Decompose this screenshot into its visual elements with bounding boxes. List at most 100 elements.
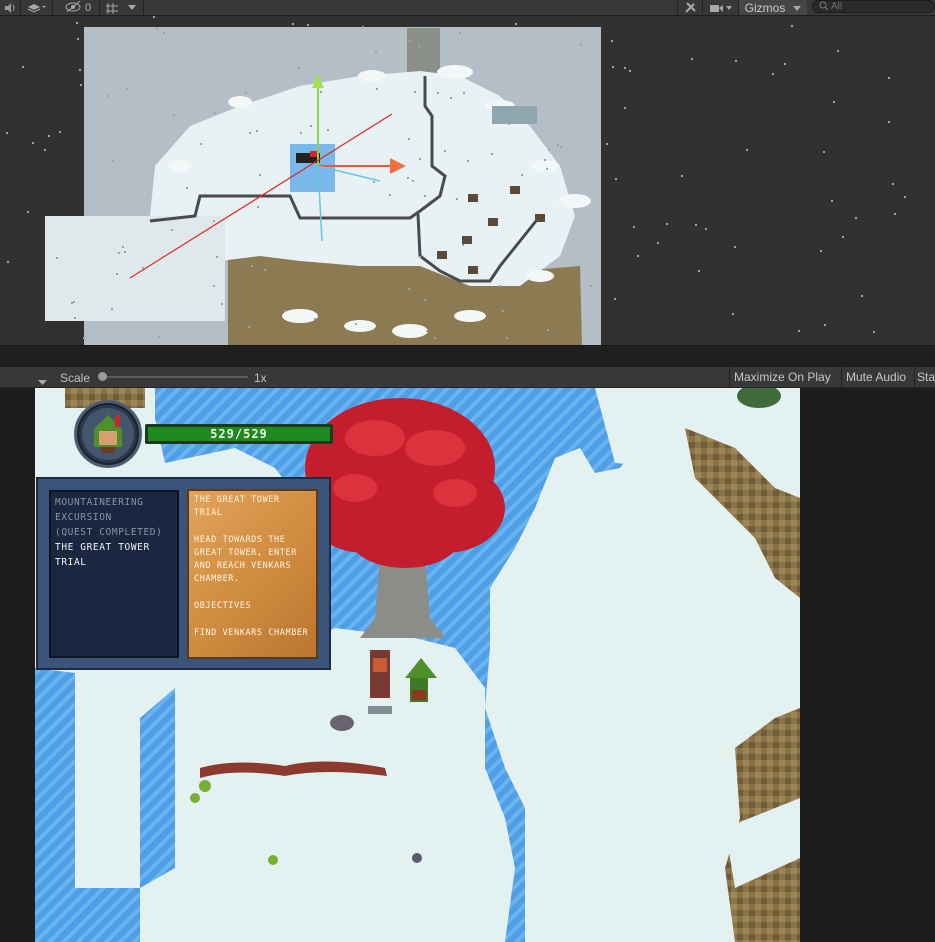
scale-value: 1x [254, 371, 267, 385]
snowflake [142, 267, 144, 269]
snowflake [408, 138, 410, 140]
scene-level-preview [45, 28, 591, 345]
speaker-icon[interactable] [2, 0, 18, 15]
gizmos-label: Gizmos [744, 0, 786, 15]
snowflake [245, 92, 247, 94]
snowflake [508, 123, 510, 125]
snowflake [27, 211, 29, 213]
quest-list: MOUNTAINEERING EXCURSION (QUEST COMPLETE… [49, 490, 179, 658]
snowflake [681, 175, 683, 177]
mute-audio-button[interactable]: Mute Audio [841, 367, 914, 387]
quest-item-active[interactable]: THE GREAT TOWER TRIAL [55, 540, 173, 570]
snowflake [307, 24, 309, 26]
snowflake [292, 23, 294, 25]
snowflake [213, 220, 215, 222]
snowflake [892, 183, 894, 185]
snowflake [833, 101, 835, 103]
scale-slider-track[interactable] [100, 376, 248, 378]
scene-view[interactable] [0, 16, 935, 345]
snowflake [698, 270, 700, 272]
snowflake [375, 51, 377, 53]
layers-icon[interactable] [24, 0, 48, 15]
snowflake [888, 121, 890, 123]
snowflake [214, 112, 216, 114]
hidden-objects-toggle[interactable]: 0 [58, 0, 98, 15]
gizmo-y-arrow [312, 74, 324, 88]
snowflake [171, 229, 173, 231]
snowflake [73, 301, 75, 303]
snowflake [256, 130, 258, 132]
snowflake [76, 22, 78, 24]
quest-objective-item: FIND VENKARS CHAMBER [194, 628, 309, 638]
snowflake [734, 246, 736, 248]
chevron-down-icon[interactable] [38, 374, 47, 388]
snowflake [7, 261, 9, 263]
snowflake [48, 135, 50, 137]
snowflake [666, 223, 668, 225]
snowflake [186, 187, 188, 189]
snowflake [691, 58, 693, 60]
snowflake [59, 131, 61, 133]
scale-label: Scale [60, 371, 91, 385]
snowflake [544, 159, 546, 161]
snowflake [216, 256, 218, 258]
snowflake [463, 92, 465, 94]
snowflake [173, 114, 175, 116]
snowflake [200, 143, 202, 145]
snowflake [116, 273, 118, 275]
game-toolbar: Scale 1x Maximize On Play Mute Audio Sta [0, 367, 935, 388]
health-text: 529/529 [210, 427, 268, 441]
snowflake [614, 298, 616, 300]
maximize-on-play-button[interactable]: Maximize On Play [729, 367, 839, 387]
snowflake [412, 180, 414, 182]
snowflake [831, 200, 833, 202]
search-input[interactable]: All [812, 0, 935, 13]
snowflake [560, 146, 562, 148]
snowflake [163, 32, 165, 34]
scale-slider-handle[interactable] [98, 372, 107, 381]
snowflake [612, 66, 614, 68]
snowflake [407, 177, 409, 179]
snowflake [409, 40, 411, 42]
snowflake [823, 151, 825, 153]
snowflake [80, 84, 82, 86]
snowflake [355, 323, 357, 325]
grid-icon[interactable] [102, 0, 122, 15]
quest-title: MOUNTAINEERING EXCURSION [55, 497, 144, 523]
snowflake [310, 125, 312, 127]
snowflake [414, 91, 416, 93]
snowflake [112, 160, 114, 162]
snowflake [298, 67, 300, 69]
scene-toolbar: 0 Gizmos All [0, 0, 935, 16]
snowflake [107, 95, 109, 97]
snowflake [118, 252, 120, 254]
snowflake [784, 63, 786, 65]
snowflake [521, 174, 523, 176]
snowflake [735, 60, 737, 62]
camera-icon[interactable] [706, 0, 736, 15]
snowflake [74, 317, 76, 319]
snowflake [83, 337, 85, 339]
snowflake [657, 242, 659, 244]
stats-button[interactable]: Sta [914, 367, 935, 387]
quest-item-completed[interactable]: MOUNTAINEERING EXCURSION (QUEST COMPLETE… [55, 495, 173, 540]
snowflake [320, 151, 322, 153]
snowflake [855, 217, 857, 219]
snowflake [615, 178, 617, 180]
gizmos-button[interactable]: Gizmos [738, 0, 807, 15]
snowflake [557, 144, 559, 146]
snowflake [456, 198, 458, 200]
quest-status: (QUEST COMPLETED) [55, 527, 163, 538]
snowflake [213, 285, 215, 287]
snowflake [873, 331, 875, 333]
snowflake [376, 88, 378, 90]
snowflake [22, 66, 24, 68]
chevron-down-icon[interactable] [124, 0, 140, 15]
quest-objectives-label: OBJECTIVES [194, 601, 252, 611]
tools-icon[interactable] [680, 0, 700, 15]
snowflake [221, 303, 223, 305]
snowflake [426, 330, 428, 332]
snowflake [824, 324, 826, 326]
snowflake [418, 45, 420, 47]
snowflake [156, 28, 158, 30]
